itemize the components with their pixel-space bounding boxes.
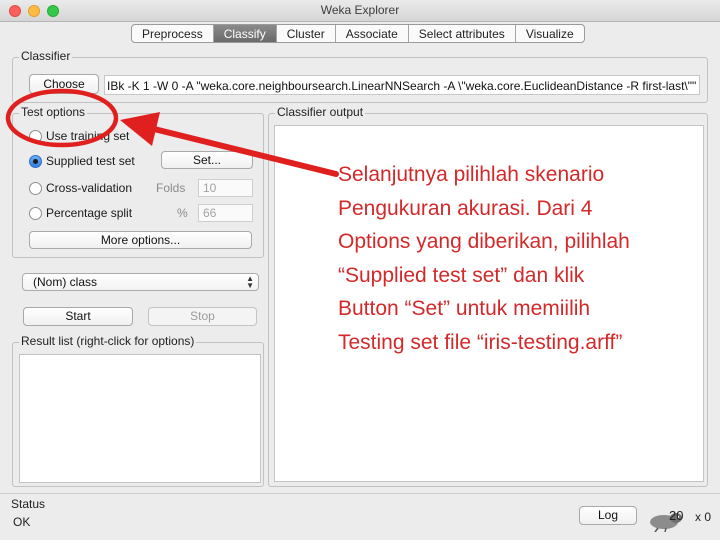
log-button[interactable]: Log: [579, 506, 637, 525]
percent-label: %: [177, 206, 188, 220]
x-count: x 0: [695, 510, 712, 524]
cross-validation-label: Cross-validation: [46, 181, 133, 195]
supplied-test-set-radio[interactable]: [29, 154, 42, 168]
stop-button[interactable]: Stop: [148, 307, 257, 326]
select-arrows-icon: ▲ ▼: [246, 274, 254, 290]
percentage-split-radio[interactable]: [29, 206, 42, 220]
tab-classify[interactable]: Classify: [213, 25, 277, 42]
tab-select-attributes[interactable]: Select attributes: [409, 25, 516, 42]
status-divider: [0, 493, 720, 494]
annotation-line: Testing set file “iris-testing.arff”: [338, 330, 623, 354]
supplied-test-set-label: Supplied test set: [46, 154, 135, 168]
annotation-line: Pengukuran akurasi. Dari 4: [338, 196, 593, 220]
classifier-command-field[interactable]: IBk -K 1 -W 0 -A "weka.core.neighboursea…: [104, 75, 700, 95]
cross-validation-radio[interactable]: [29, 181, 42, 195]
tab-visualize[interactable]: Visualize: [516, 25, 584, 42]
instruction-annotation: Selanjutnya pilihlah skenario Pengukuran…: [338, 158, 710, 359]
percentage-split-option[interactable]: Percentage split: [29, 205, 132, 221]
set-button[interactable]: Set...: [161, 151, 253, 169]
start-button[interactable]: Start: [23, 307, 133, 326]
classifier-group-label: Classifier: [19, 49, 73, 63]
class-select-value: (Nom) class: [33, 275, 98, 289]
status-text: OK: [13, 515, 31, 529]
folds-label: Folds: [156, 181, 186, 195]
cross-validation-option[interactable]: Cross-validation: [29, 180, 132, 196]
classifier-output-label: Classifier output: [275, 105, 366, 119]
title-bar: Weka Explorer: [0, 0, 720, 22]
tab-preprocess[interactable]: Preprocess: [132, 25, 214, 42]
result-list-panel[interactable]: [19, 354, 261, 483]
folds-input[interactable]: 10: [198, 179, 253, 197]
page-number: 20: [669, 508, 684, 523]
more-options-button[interactable]: More options...: [29, 231, 252, 249]
class-select[interactable]: (Nom) class ▲ ▼: [22, 273, 259, 291]
annotation-line: Button “Set” untuk memiilih: [338, 297, 591, 320]
use-training-set-radio[interactable]: [29, 129, 42, 143]
result-list-label: Result list (right-click for options): [19, 334, 197, 348]
tab-associate[interactable]: Associate: [336, 25, 409, 42]
tab-cluster[interactable]: Cluster: [277, 25, 336, 42]
test-options-label: Test options: [19, 105, 88, 119]
annotation-line: Options yang diberikan, pilihlah: [338, 230, 630, 253]
tab-bar: Preprocess Classify Cluster Associate Se…: [131, 24, 585, 43]
use-training-set-label: Use training set: [46, 129, 130, 143]
annotation-line: “Supplied test set” dan klik: [338, 263, 585, 287]
window-title: Weka Explorer: [320, 3, 400, 17]
supplied-test-set-option[interactable]: Supplied test set: [29, 153, 135, 169]
percent-input[interactable]: 66: [198, 204, 253, 222]
annotation-line: Selanjutnya pilihlah skenario: [338, 163, 605, 186]
status-label: Status: [11, 497, 46, 511]
use-training-set-option[interactable]: Use training set: [29, 128, 129, 144]
percentage-split-label: Percentage split: [46, 206, 133, 220]
choose-button[interactable]: Choose: [29, 74, 99, 94]
